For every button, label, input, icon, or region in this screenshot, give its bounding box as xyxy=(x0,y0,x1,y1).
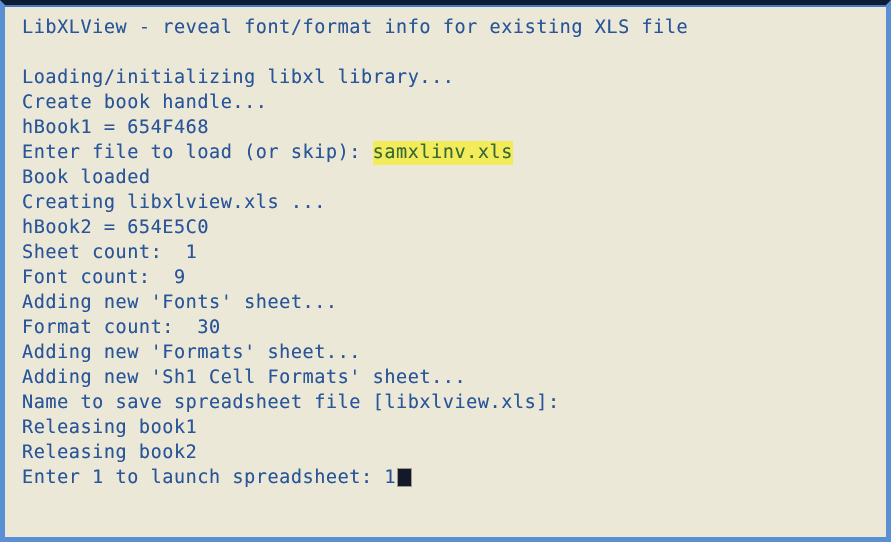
launch-prompt-input-value[interactable]: 1 xyxy=(384,467,396,488)
console-line-adding-fonts-sheet: Adding new 'Fonts' sheet... xyxy=(22,292,338,313)
console-line-adding-cellformats-sheet: Adding new 'Sh1 Cell Formats' sheet... xyxy=(22,367,467,388)
console-line-adding-formats-sheet: Adding new 'Formats' sheet... xyxy=(22,342,361,363)
launch-prompt-line[interactable]: Enter 1 to launch spreadsheet: 1 xyxy=(22,465,886,490)
console-line-save-name-prompt[interactable]: Name to save spreadsheet file [libxlview… xyxy=(22,390,886,415)
console-line-book-loaded: Book loaded xyxy=(22,167,151,188)
console-title-line: LibXLView - reveal font/format info for … xyxy=(22,17,689,38)
console-line-sheet-count: Sheet count: 1 xyxy=(22,242,198,263)
console-line-releasing-book1: Releasing book1 xyxy=(22,417,198,438)
console-line-hbook2: hBook2 = 654E5C0 xyxy=(22,217,210,238)
console-line-creating-output: Creating libxlview.xls ... xyxy=(22,192,326,213)
console-line-loading: Loading/initializing libxl library... xyxy=(22,67,455,88)
file-load-prompt-label: Enter file to load (or skip): xyxy=(22,142,373,163)
console-line-hbook1: hBook1 = 654F468 xyxy=(22,117,210,138)
file-load-input-value[interactable]: samxlinv.xls xyxy=(372,141,513,165)
console-line-releasing-book2: Releasing book2 xyxy=(22,442,198,463)
launch-prompt-label: Enter 1 to launch spreadsheet: xyxy=(22,467,385,488)
console-line-font-count: Font count: 9 xyxy=(22,267,186,288)
file-load-prompt-line[interactable]: Enter file to load (or skip): samxlinv.x… xyxy=(22,140,886,165)
console-line-format-count: Format count: 30 xyxy=(22,317,221,338)
console-window: LibXLView - reveal font/format info for … xyxy=(0,0,891,542)
console-line-create-book-handle: Create book handle... xyxy=(22,92,268,113)
console-output-area[interactable]: LibXLView - reveal font/format info for … xyxy=(5,7,886,537)
text-cursor-block xyxy=(397,468,413,487)
